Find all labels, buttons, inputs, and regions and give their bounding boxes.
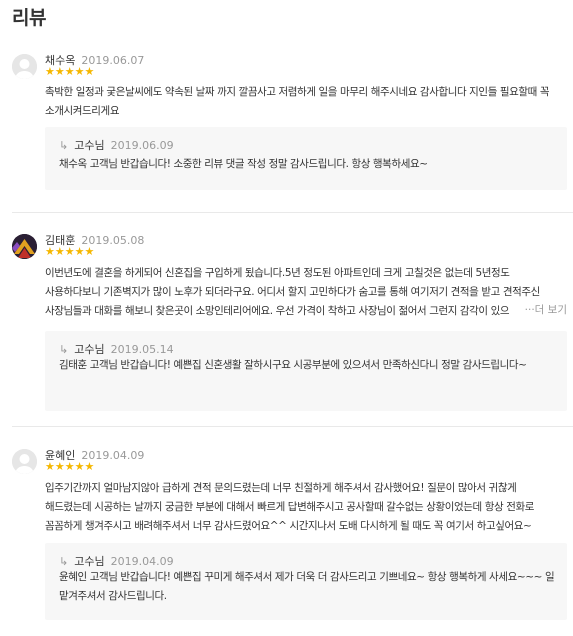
star-rating: ★★★★★ bbox=[45, 245, 95, 258]
default-avatar-icon bbox=[12, 449, 37, 474]
profile-photo-icon bbox=[12, 234, 37, 259]
reply-date: 2019.04.09 bbox=[110, 555, 174, 568]
reply-author: 고수님 bbox=[74, 555, 105, 568]
reply-arrow-icon: ↳ bbox=[59, 139, 69, 152]
read-more-link[interactable]: ···더 보기 bbox=[521, 302, 567, 317]
owner-reply: ↳ 고수님 2019.06.09 채수옥 고객님 반갑습니다! 소중한 리뷰 댓글 … bbox=[45, 127, 567, 190]
page-title: 리뷰 bbox=[12, 7, 46, 29]
owner-reply: ↳ 고수님 2019.05.14 김태훈 고객님 반갑습니다! 예쁜집 신혼생활 잘… bbox=[45, 331, 567, 411]
owner-reply: ↳ 고수님 2019.04.09 윤혜인 고객님 반갑습니다! 예쁜집 꾸미게 해주… bbox=[45, 543, 567, 620]
reply-text: 김태훈 고객님 반갑습니다! 예쁜집 신혼생활 잘하시구요 시공부분에 있으셔서… bbox=[59, 359, 527, 371]
reply-arrow-icon: ↳ bbox=[59, 555, 69, 568]
star-rating: ★★★★★ bbox=[45, 460, 95, 473]
default-avatar-icon bbox=[12, 54, 37, 79]
review-text: 이번년도에 결혼을 하게되어 신혼집을 구입하게 됬습니다.5년 정도된 아파트… bbox=[45, 267, 540, 317]
star-rating: ★★★★★ bbox=[45, 65, 95, 78]
reply-arrow-icon: ↳ bbox=[59, 343, 69, 356]
reply-text: 채수옥 고객님 반갑습니다! 소중한 리뷰 댓글 작성 정말 감사드립니다. 항… bbox=[59, 158, 428, 170]
reply-date: 2019.06.09 bbox=[110, 139, 174, 152]
review-text: 촉박한 일정과 궂은날씨에도 약속된 날짜 까지 깔끔사고 저렴하게 일을 마무… bbox=[45, 86, 550, 117]
review-text: 입주기간까지 얼마남지않아 급하게 견적 문의드렸는데 너무 친절하게 해주셔서… bbox=[45, 482, 534, 532]
reply-date: 2019.05.14 bbox=[110, 343, 174, 356]
divider bbox=[12, 426, 573, 427]
reply-text: 윤혜인 고객님 반갑습니다! 예쁜집 꾸미게 해주셔서 제가 더욱 더 감사드리… bbox=[59, 571, 555, 602]
reply-author: 고수님 bbox=[74, 343, 105, 356]
divider bbox=[12, 212, 573, 213]
reply-author: 고수님 bbox=[74, 139, 105, 152]
